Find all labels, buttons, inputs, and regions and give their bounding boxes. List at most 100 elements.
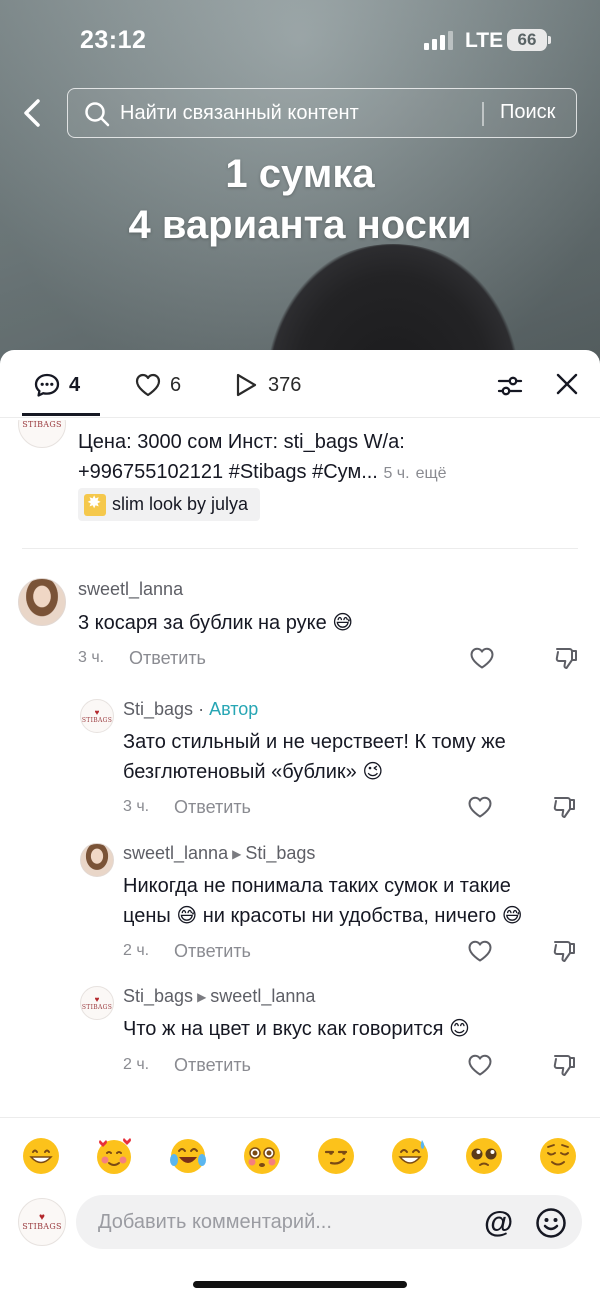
emoji-flushed-icon[interactable] [242, 1136, 282, 1176]
comment-input-row: ♥ STIBAGS Добавить комментарий... @ [0, 1190, 600, 1260]
emoji-pleading-icon[interactable] [464, 1136, 504, 1176]
emoji-hearts-icon[interactable] [94, 1136, 134, 1176]
caption-divider [22, 548, 578, 549]
emoji-relieved-icon [540, 1138, 576, 1174]
tab-plays[interactable]: 376 [232, 370, 301, 400]
comment-username[interactable]: Sti_bags [123, 986, 193, 1006]
status-time: 23:12 [80, 26, 147, 54]
comment-text: Что ж на цвет и вкус как говорится 😊 [123, 1018, 470, 1040]
sparkle-icon [84, 493, 106, 516]
emoji-sweat-smile-icon [392, 1138, 428, 1174]
emoji-smirk-icon [318, 1138, 354, 1174]
comment-username[interactable]: sweetl_lanna [78, 579, 183, 600]
reply-button[interactable]: Ответить [129, 648, 206, 669]
tab-comments[interactable]: 4 [33, 370, 80, 400]
dislike-icon[interactable] [553, 645, 579, 671]
comment-input[interactable]: Добавить комментарий... @ [76, 1195, 582, 1249]
like-heart-icon[interactable] [467, 794, 493, 820]
caption-time: 5 ч. [383, 465, 410, 482]
avatar[interactable] [80, 843, 114, 877]
status-bar: 23:12 LTE 66 [0, 0, 600, 80]
heart-logo-icon: ♥ [94, 994, 100, 1004]
sheet-header: 4 6 376 [0, 350, 600, 418]
reply-arrow-icon: ▶ [232, 847, 242, 861]
avatar[interactable] [18, 578, 66, 626]
battery-icon: 66 [507, 29, 547, 51]
caption-text: Цена: 3000 сом Инст: sti_bags W/a: +9967… [78, 427, 558, 489]
dislike-icon[interactable] [551, 938, 577, 964]
search-bar[interactable]: Найти связанный контент Поиск [67, 88, 577, 138]
emoji-grin-icon[interactable] [21, 1136, 61, 1176]
comment-username-row: Sti_bags · Автор [123, 699, 258, 720]
emoji-tears-of-joy-icon [170, 1139, 206, 1173]
caption-line2: +996755102121 #Stibags #Сум... [78, 461, 378, 483]
comment-time: 3 ч. [78, 649, 105, 666]
reply-to-username[interactable]: sweetl_lanna [210, 986, 315, 1006]
emoji-relieved-icon[interactable] [538, 1136, 578, 1176]
avatar[interactable]: ♥ STIBAGS [80, 699, 114, 733]
heart-logo-icon: ♥ [94, 707, 100, 717]
emoji-sweat-smile-icon[interactable] [390, 1136, 430, 1176]
comment-username[interactable]: Sti_bags [123, 699, 193, 719]
filter-icon[interactable] [496, 372, 524, 400]
mention-button[interactable]: @ [484, 1206, 513, 1240]
dislike-icon[interactable] [551, 1052, 577, 1078]
signal-icon [424, 30, 453, 50]
emoji-grin-icon [23, 1138, 59, 1174]
comment-time: 2 ч. [123, 942, 150, 959]
dislike-icon[interactable] [551, 794, 577, 820]
heart-logo-icon: ♥ [39, 1211, 45, 1223]
tab-comments-count: 4 [69, 373, 81, 396]
comment-time: 3 ч. [123, 798, 150, 815]
tab-likes[interactable]: 6 [134, 370, 181, 400]
emoji-smirk-icon[interactable] [316, 1136, 356, 1176]
tab-plays-count: 376 [268, 373, 302, 396]
chevron-left-icon [24, 99, 40, 127]
reply-button[interactable]: Ответить [174, 1055, 251, 1076]
reply-button[interactable]: Ответить [174, 941, 251, 962]
search-divider [482, 102, 484, 126]
reply-button[interactable]: Ответить [174, 797, 251, 818]
comment-username-row: sweetl_lanna ▶ Sti_bags [123, 843, 315, 864]
heart-icon [135, 373, 161, 397]
comment-icon [34, 373, 60, 397]
video-overlay-subtitle: 4 варианта носки [128, 203, 472, 247]
caption-avatar[interactable]: STIBAGS [18, 420, 66, 448]
sound-name: slim look by julya [112, 494, 249, 514]
comment-text: Зато стильный и не черствеет! К тому же … [123, 727, 506, 787]
avatar-brand-text: STIBAGS [81, 716, 113, 724]
like-heart-icon[interactable] [469, 645, 495, 671]
emoji-tears-of-joy-icon[interactable] [168, 1136, 208, 1176]
search-submit-button[interactable]: Поиск [500, 101, 555, 124]
back-button[interactable] [18, 96, 48, 130]
comment-text-line: цены 😅 ни красоты ни удобства, ничего 😅 [123, 905, 523, 927]
battery-tip [548, 36, 551, 44]
avatar: STIBAGS [18, 420, 66, 448]
comment-username-row: Sti_bags ▶ sweetl_lanna [123, 986, 315, 1007]
avatar-brand-text: STIBAGS [81, 1003, 113, 1011]
tab-underline [22, 413, 100, 416]
like-heart-icon[interactable] [467, 1052, 493, 1078]
search-input[interactable]: Найти связанный контент [120, 102, 359, 125]
caption-more-link[interactable]: ещё [416, 465, 447, 482]
comment-text-line: Никогда не понимала таких сумок и такие [123, 875, 511, 897]
play-icon [236, 373, 257, 397]
comment-text-line: Зато стильный и не черствеет! К тому же [123, 731, 506, 753]
comment-username[interactable]: sweetl_lanna [123, 843, 228, 863]
tab-likes-count: 6 [170, 373, 182, 396]
comment-time: 2 ч. [123, 1056, 150, 1073]
reply-to-username[interactable]: Sti_bags [245, 843, 315, 863]
author-badge: Автор [209, 699, 259, 719]
avatar[interactable]: ♥ STIBAGS [80, 986, 114, 1020]
sound-chip[interactable]: slim look by julya [78, 488, 261, 521]
comment-text: 3 косаря за бублик на руке 😅 [78, 612, 354, 634]
caption-line1: Цена: 3000 сом Инст: sti_bags W/a: [78, 431, 405, 453]
avatar-brand-text: STIBAGS [22, 1221, 62, 1231]
comment-text-line: безглютеновый «бублик» 😉 [123, 761, 384, 783]
close-icon[interactable] [555, 372, 579, 396]
emoji-picker-icon[interactable] [535, 1207, 567, 1239]
my-avatar[interactable]: ♥ STIBAGS [18, 1198, 66, 1246]
video-overlay-title: 1 сумка [225, 152, 375, 196]
emoji-pleading-icon [466, 1138, 502, 1174]
like-heart-icon[interactable] [467, 938, 493, 964]
